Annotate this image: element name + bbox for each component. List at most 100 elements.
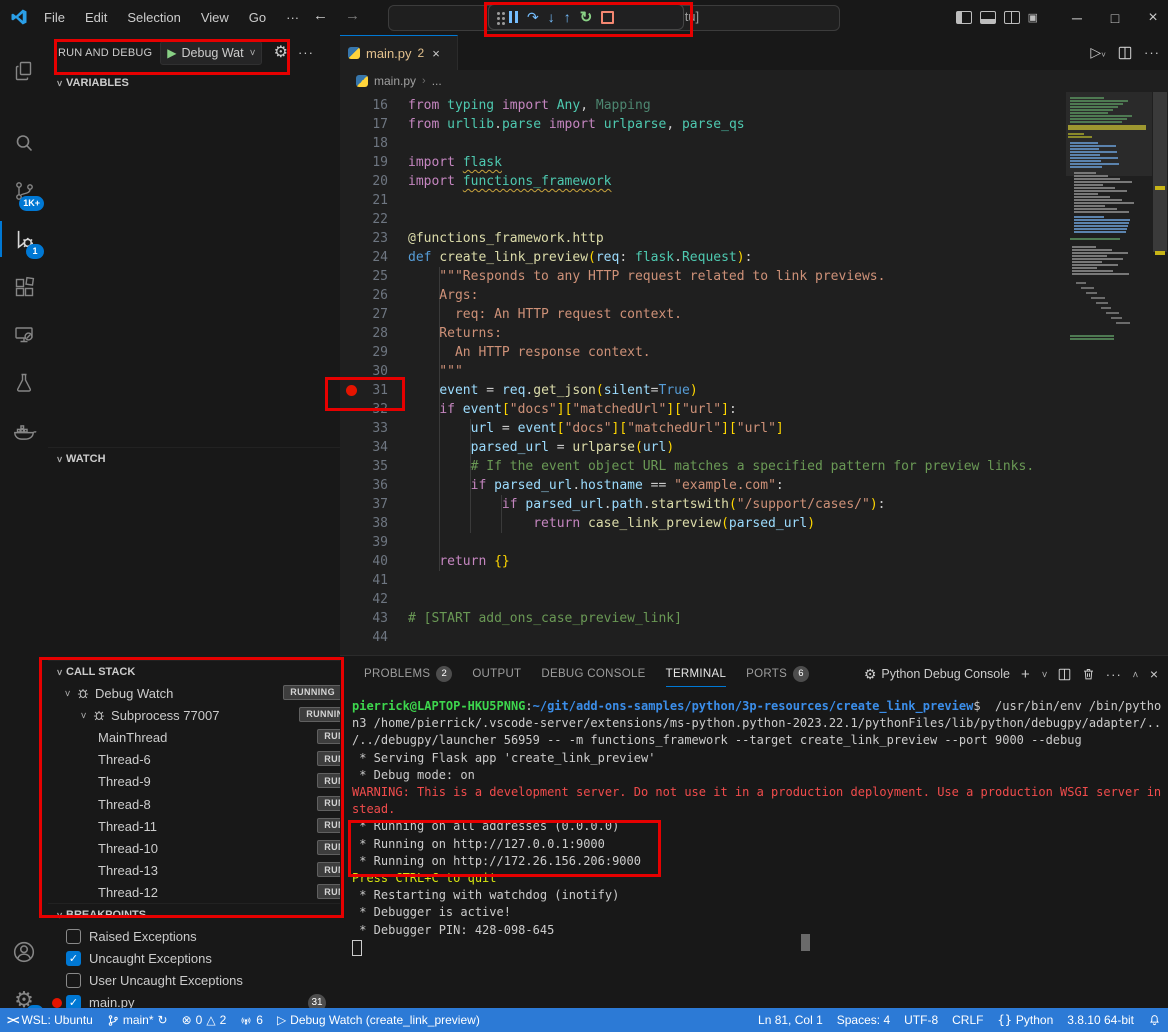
tab-close-icon[interactable]: ×	[432, 46, 440, 61]
code-line[interactable]: 28 Returns:	[340, 324, 1066, 343]
breadcrumb-file[interactable]: main.py	[374, 74, 416, 88]
line-number[interactable]: 37	[362, 495, 388, 514]
toolbar-gripper-icon[interactable]	[497, 12, 500, 15]
code-line[interactable]: 44	[340, 628, 1066, 647]
debug-status[interactable]: ▷ Debug Watch (create_link_preview)	[270, 1008, 487, 1032]
line-text[interactable]: # If the event object URL matches a spec…	[408, 457, 1034, 476]
line-number[interactable]: 21	[362, 191, 388, 210]
line-text[interactable]: from urllib.parse import urlparse, parse…	[408, 115, 745, 134]
line-number[interactable]: 27	[362, 305, 388, 324]
close-panel-icon[interactable]: ×	[1150, 666, 1158, 682]
line-text[interactable]: """Responds to any HTTP request related …	[408, 267, 885, 286]
line-number[interactable]: 32	[362, 400, 388, 419]
debug-gear-icon[interactable]: ⚙	[274, 42, 288, 64]
line-number[interactable]: 35	[362, 457, 388, 476]
breakpoint-checkbox[interactable]: ✓	[66, 951, 81, 966]
line-text[interactable]: """	[408, 362, 463, 381]
terminal-output[interactable]: pierrick@LAPTOP-HKU5PNNG:~/git/add-ons-s…	[352, 698, 1158, 1003]
line-text[interactable]: if parsed_url.path.startswith("/support/…	[408, 495, 885, 514]
toggle-secondary-sidebar-icon[interactable]	[1004, 11, 1020, 24]
callstack-row[interactable]: Thread-12RUNNING	[48, 882, 390, 904]
line-text[interactable]: if event["docs"]["matchedUrl"]["url"]:	[408, 400, 737, 419]
line-number[interactable]: 39	[362, 533, 388, 552]
code-line[interactable]: 43# [START add_ons_case_preview_link]	[340, 609, 1066, 628]
code-line[interactable]: 32 if event["docs"]["matchedUrl"]["url"]…	[340, 400, 1066, 419]
line-number[interactable]: 26	[362, 286, 388, 305]
customize-layout-icon[interactable]: ▣	[1028, 11, 1038, 24]
panel-more-icon[interactable]: ···	[1106, 667, 1122, 682]
watch-section-header[interactable]: >WATCH	[48, 447, 340, 470]
new-terminal-icon[interactable]: +	[1021, 666, 1030, 683]
chevron-down-icon[interactable]: >	[62, 690, 73, 696]
pause-icon[interactable]	[509, 11, 518, 23]
testing-icon[interactable]	[0, 359, 48, 407]
code-line[interactable]: 33 url = event["docs"]["matchedUrl"]["ur…	[340, 419, 1066, 438]
code-line[interactable]: 30 """	[340, 362, 1066, 381]
accounts-icon[interactable]	[0, 928, 48, 976]
line-text[interactable]: Args:	[408, 286, 478, 305]
indentation[interactable]: Spaces: 4	[830, 1008, 897, 1032]
step-over-icon[interactable]: ↷	[527, 10, 539, 24]
line-number[interactable]: 29	[362, 343, 388, 362]
line-number[interactable]: 34	[362, 438, 388, 457]
cursor-position[interactable]: Ln 81, Col 1	[751, 1008, 830, 1032]
line-text[interactable]: def create_link_preview(req: flask.Reque…	[408, 248, 752, 267]
scrollbar-thumb[interactable]	[1153, 92, 1167, 252]
variables-section-header[interactable]: >VARIABLES	[48, 72, 340, 94]
code-line[interactable]: 39	[340, 533, 1066, 552]
breakpoints-section-header[interactable]: >BREAKPOINTS	[48, 903, 340, 926]
toggle-sidebar-icon[interactable]	[956, 11, 972, 24]
line-number[interactable]: 42	[362, 590, 388, 609]
line-text[interactable]: from typing import Any, Mapping	[408, 96, 651, 115]
search-icon[interactable]	[0, 119, 48, 167]
panel-tab-ports[interactable]: PORTS6	[738, 657, 817, 691]
nav-forward-arrow[interactable]: →	[345, 7, 360, 24]
line-number[interactable]: 38	[362, 514, 388, 533]
line-number[interactable]: 20	[362, 172, 388, 191]
line-number[interactable]: 24	[362, 248, 388, 267]
code-line[interactable]: 42	[340, 590, 1066, 609]
menu-item[interactable]: View	[191, 10, 239, 25]
callstack-row[interactable]: >Subprocess 77007RUNNING	[48, 704, 372, 726]
line-number[interactable]: 23	[362, 229, 388, 248]
code-line[interactable]: 18	[340, 134, 1066, 153]
maximize-button[interactable]: □	[1100, 10, 1130, 26]
minimap[interactable]	[1066, 92, 1152, 655]
line-number[interactable]: 30	[362, 362, 388, 381]
language-mode[interactable]: {} Python	[990, 1008, 1060, 1032]
line-number[interactable]: 44	[362, 628, 388, 647]
ports-indicator[interactable]: 6	[233, 1008, 270, 1032]
launch-config-dropdown[interactable]: ▶ Debug Wat >	[160, 41, 261, 65]
nav-back-arrow[interactable]: ←	[313, 7, 328, 24]
line-text[interactable]: parsed_url = urlparse(url)	[408, 438, 674, 457]
remote-indicator[interactable]: >< WSL: Ubuntu	[0, 1008, 100, 1032]
docker-icon[interactable]	[0, 407, 48, 455]
panel-tab-debug-console[interactable]: DEBUG CONSOLE	[533, 657, 653, 691]
eol-sequence[interactable]: CRLF	[945, 1008, 990, 1032]
line-text[interactable]: return {}	[408, 552, 510, 571]
code-line[interactable]: 36 if parsed_url.hostname == "example.co…	[340, 476, 1066, 495]
line-text[interactable]: An HTTP response context.	[408, 343, 651, 362]
panel-tab-output[interactable]: OUTPUT	[464, 657, 529, 691]
line-number[interactable]: 22	[362, 210, 388, 229]
editor-more-icon[interactable]: ···	[1144, 45, 1160, 60]
run-and-debug-icon[interactable]: 1	[0, 215, 48, 263]
split-terminal-icon[interactable]	[1058, 668, 1071, 681]
breakpoint-checkbox[interactable]	[66, 973, 81, 988]
start-debug-icon[interactable]: ▶	[167, 46, 176, 60]
line-number[interactable]: 40	[362, 552, 388, 571]
code-line[interactable]: 31 event = req.get_json(silent=True)	[340, 381, 1066, 400]
line-number[interactable]: 25	[362, 267, 388, 286]
line-text[interactable]: if parsed_url.hostname == "example.com":	[408, 476, 784, 495]
line-number[interactable]: 18	[362, 134, 388, 153]
line-number[interactable]: 33	[362, 419, 388, 438]
menu-item[interactable]: Selection	[117, 10, 190, 25]
breadcrumb-more[interactable]: ...	[432, 74, 442, 88]
menu-item[interactable]: File	[34, 10, 75, 25]
tab-main-py[interactable]: main.py 2 ×	[340, 35, 458, 70]
python-interpreter[interactable]: 3.8.10 64-bit	[1060, 1008, 1141, 1032]
menu-item[interactable]: Go	[239, 10, 276, 25]
line-number[interactable]: 41	[362, 571, 388, 590]
run-python-file-icon[interactable]: ▷>	[1090, 44, 1106, 61]
notifications[interactable]	[1141, 1008, 1168, 1032]
